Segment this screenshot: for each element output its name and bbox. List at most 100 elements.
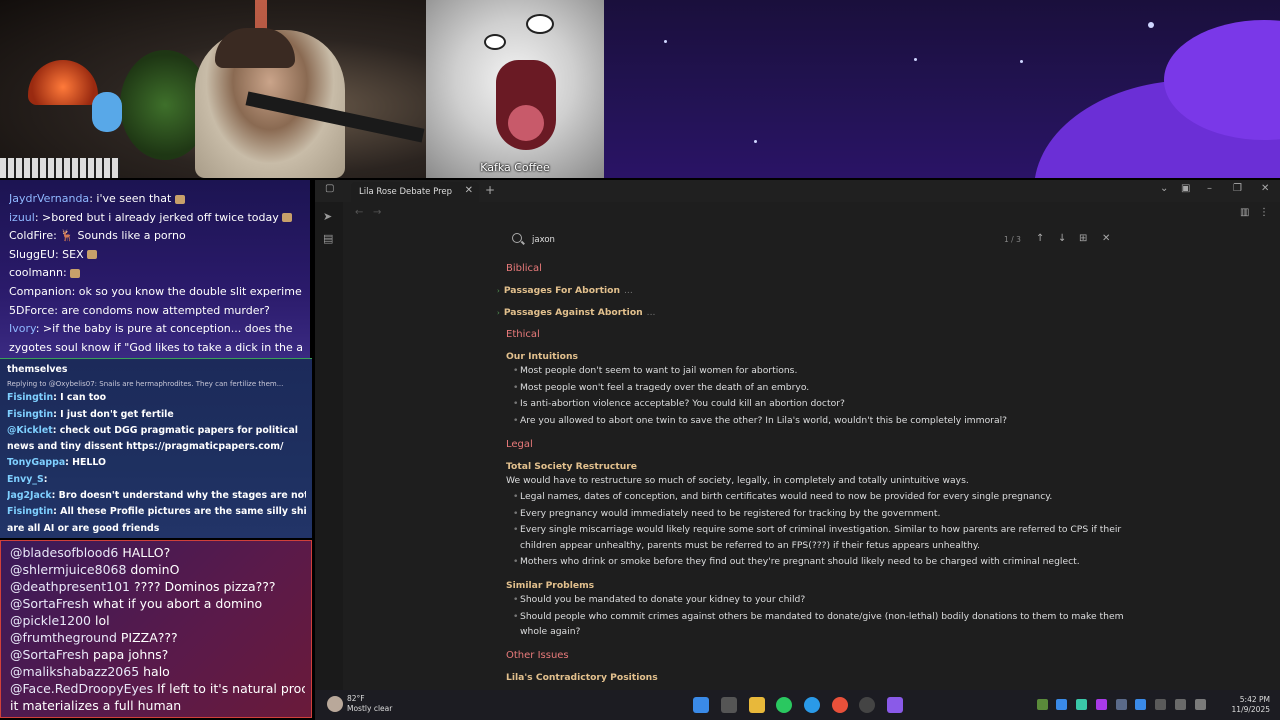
sidebar-toggle-icon[interactable]: ▢ — [325, 183, 334, 194]
star — [1148, 22, 1154, 28]
chevron-right-icon[interactable]: › — [497, 309, 500, 317]
chat-username[interactable]: 5DForce — [9, 304, 54, 317]
arrow-down-icon[interactable]: ↓ — [1058, 233, 1066, 244]
volume-icon[interactable] — [1195, 699, 1206, 710]
chevron-right-icon[interactable]: › — [497, 287, 500, 295]
obsidian-icon[interactable] — [887, 697, 903, 713]
chat-username[interactable]: @bladesofblood6 — [10, 545, 118, 560]
chat-text: : I can too — [53, 392, 107, 404]
close-tab-icon[interactable]: ✕ — [465, 185, 473, 196]
chat-message: SluggEU: SEX — [9, 246, 302, 265]
nav-row: ← → ▥ ⋮ — [343, 202, 1280, 226]
start-icon[interactable] — [693, 697, 709, 713]
chat-username[interactable]: Fisingtin — [7, 506, 53, 517]
chat-username[interactable]: @pickle1200 — [10, 613, 91, 628]
edge-icon[interactable] — [804, 697, 820, 713]
tray-icon[interactable] — [1096, 699, 1107, 710]
chat-username[interactable]: ColdFire — [9, 229, 53, 242]
chat-message: it materializes a full human — [10, 697, 305, 714]
chat-username[interactable]: @SortaFresh — [10, 596, 89, 611]
replace-icon[interactable]: ⊞ — [1079, 233, 1087, 244]
send-icon[interactable]: ➤ — [323, 210, 332, 223]
chat-username[interactable]: Fisingtin — [7, 392, 53, 403]
chat-username[interactable]: @deathpresent101 — [10, 579, 130, 594]
meme-tongue — [508, 105, 544, 141]
list-item: Is anti-abortion violence acceptable? Yo… — [513, 398, 845, 409]
spotify-icon[interactable] — [776, 697, 792, 713]
chat-username[interactable]: @SortaFresh — [10, 647, 89, 662]
chat-username[interactable]: @frumtheground — [10, 630, 117, 645]
tray-icon[interactable] — [1056, 699, 1067, 710]
chat-message: @frumtheground PIZZA??? — [10, 629, 305, 646]
fold-passages-for[interactable]: › Passages For Abortion... — [497, 285, 633, 296]
chat-username[interactable]: Envy_S — [7, 474, 44, 485]
tray-icon[interactable] — [1135, 699, 1146, 710]
chat-username[interactable]: @malikshabazz2065 — [10, 664, 139, 679]
task-view-icon[interactable] — [721, 697, 737, 713]
chat-message: Fisingtin: I just don't get fertile — [7, 407, 306, 423]
clock[interactable]: 5:42 PM 11/9/2025 — [1232, 695, 1270, 715]
chat-message: are all AI or are good friends — [7, 521, 306, 537]
chat-message: @SortaFresh papa johns? — [10, 646, 305, 663]
arrow-up-icon[interactable]: ↑ — [1036, 233, 1044, 244]
chat-message: news and tiny dissent https://pragmaticp… — [7, 439, 306, 455]
file-explorer-icon[interactable] — [749, 697, 765, 713]
meme-eye-left — [484, 34, 506, 50]
pages-icon[interactable]: ▤ — [323, 232, 333, 245]
chat-message: @shlermjuice8068 dominO — [10, 561, 305, 578]
chat-message: Fisingtin: All these Profile pictures ar… — [7, 504, 306, 520]
chat-username[interactable]: TonyGappa — [7, 457, 65, 468]
new-tab-icon[interactable]: + — [485, 183, 495, 197]
star — [1020, 60, 1023, 63]
star — [914, 58, 917, 61]
chat-text: it materializes a full human — [10, 698, 182, 713]
chat-username[interactable]: izuul — [9, 211, 35, 224]
list-item: Legal names, dates of conception, and bi… — [513, 491, 1052, 502]
chat-username[interactable]: coolmann — [9, 266, 63, 279]
tray-icon[interactable] — [1076, 699, 1087, 710]
title-bar: ▢ Lila Rose Debate Prep ✕ + ⌄ ▣ – ❐ ✕ — [315, 180, 1280, 202]
chat-username[interactable]: Companion — [9, 285, 72, 298]
chat-username[interactable]: SluggEU — [9, 248, 55, 261]
app-icon[interactable] — [859, 697, 875, 713]
reading-mode-icon[interactable]: ▥ — [1240, 207, 1249, 218]
webcam-feed — [0, 0, 426, 178]
tray-icon[interactable] — [1155, 699, 1166, 710]
close-window-icon[interactable]: ✕ — [1261, 183, 1269, 194]
tab-lila-rose[interactable]: Lila Rose Debate Prep ✕ — [351, 182, 479, 202]
space-background — [604, 0, 1280, 178]
heading-contradictory-positions: Lila's Contradictory Positions — [506, 672, 658, 683]
steam-icon[interactable] — [1116, 699, 1127, 710]
chat-username[interactable]: @Face.RedDroopyEyes — [10, 681, 153, 696]
chat-text: ???? Dominos pizza??? — [129, 579, 276, 594]
list-item: Should you be mandated to donate your ki… — [513, 594, 805, 605]
sidebar-right-icon[interactable]: ▣ — [1181, 183, 1190, 194]
minimize-icon[interactable]: – — [1207, 183, 1212, 194]
heading-total-society-restructure: Total Society Restructure — [506, 461, 638, 472]
chat-text: : >if the baby is pure at conception... … — [35, 322, 293, 336]
more-options-icon[interactable]: ⋮ — [1259, 207, 1269, 218]
chat-username[interactable]: JaydrVernanda — [9, 192, 89, 205]
search-input[interactable] — [532, 232, 992, 248]
chat-text: : Bro doesn't understand why the stages … — [51, 490, 306, 502]
tray-icon[interactable] — [1037, 699, 1048, 710]
close-search-icon[interactable]: ✕ — [1102, 233, 1110, 244]
list-item: Most people don't seem to want to jail w… — [513, 365, 797, 376]
forward-arrow-icon[interactable]: → — [373, 207, 381, 218]
emote-icon — [282, 213, 293, 223]
meme-eye-right — [526, 14, 554, 34]
fold-passages-against[interactable]: › Passages Against Abortion... — [497, 307, 655, 318]
chat-message: @SortaFresh what if you abort a domino — [10, 595, 305, 612]
network-icon[interactable] — [1175, 699, 1186, 710]
chat-username[interactable]: @Kicklet — [7, 425, 53, 436]
maximize-icon[interactable]: ❐ — [1233, 183, 1242, 194]
chat-username[interactable]: Jag2Jack — [7, 490, 52, 501]
chat-username[interactable]: Ivory — [9, 322, 36, 335]
chat-username[interactable]: Fisingtin — [7, 409, 53, 420]
piano-keys — [0, 158, 120, 178]
chrome-icon[interactable] — [832, 697, 848, 713]
chat-username[interactable]: @shlermjuice8068 — [10, 562, 126, 577]
chevron-down-icon[interactable]: ⌄ — [1160, 183, 1168, 194]
back-arrow-icon[interactable]: ← — [355, 207, 363, 218]
star — [664, 40, 667, 43]
